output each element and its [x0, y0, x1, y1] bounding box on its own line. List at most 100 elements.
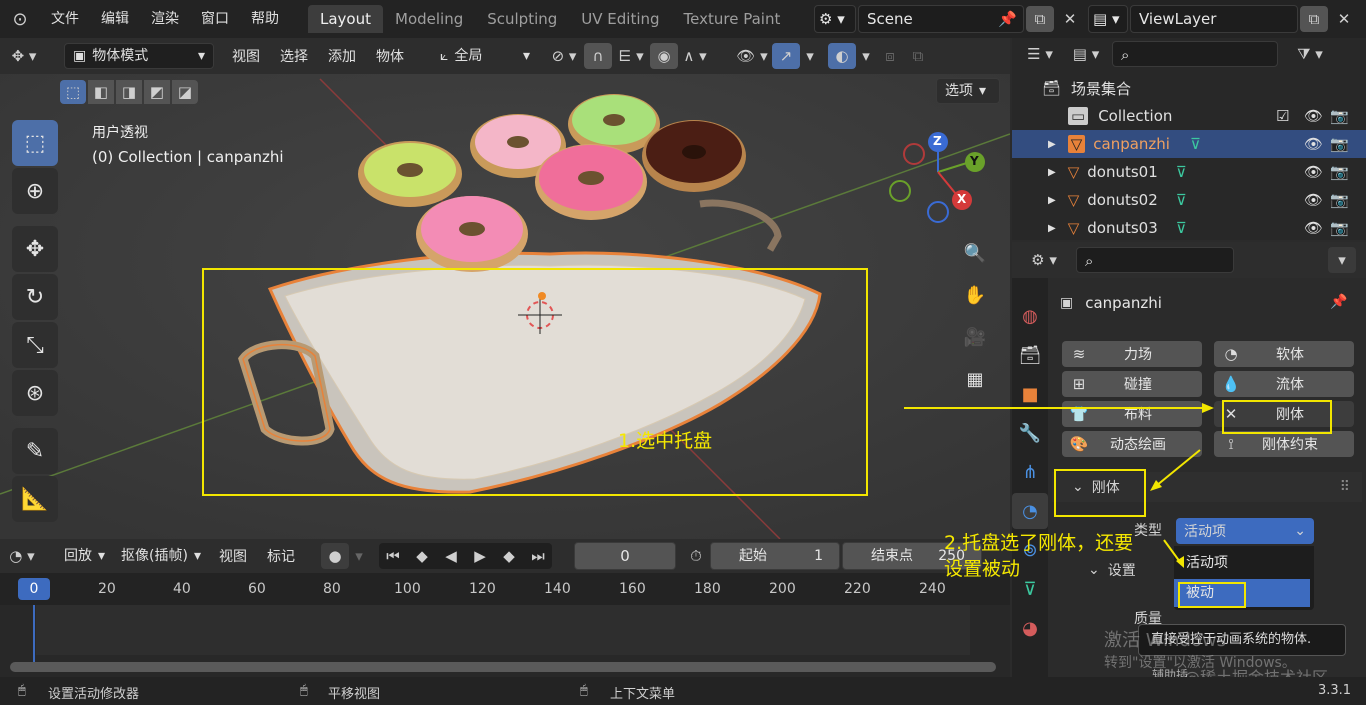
dropdown-option-active[interactable]: 活动项 [1174, 549, 1310, 577]
scale-tool-icon[interactable]: ⤡ [12, 322, 58, 368]
outliner-scene-collection[interactable]: 🗃 场景集合 [1012, 74, 1366, 102]
expand-arrow-icon[interactable]: ▶ [1048, 223, 1056, 234]
mode-dropdown[interactable]: ▣ 物体模式 ▾ [64, 43, 214, 69]
drag-handle-icon[interactable]: ⠿ [1340, 479, 1350, 495]
expand-arrow-icon[interactable]: ▶ [1048, 167, 1056, 178]
measure-tool-icon[interactable]: 📐 [12, 476, 58, 522]
include-checkbox[interactable]: ☑ [1276, 107, 1289, 125]
select-extend-icon[interactable]: ◧ [88, 80, 114, 104]
pivot-icon[interactable]: ⊘ ▾ [544, 43, 584, 69]
camera-icon[interactable]: 🎥 [958, 320, 992, 354]
delete-view-layer-button[interactable]: ✕ [1330, 6, 1358, 32]
keying-dropdown[interactable]: 抠像(插帧) ▾ [113, 543, 209, 569]
record-icon[interactable]: ● [321, 543, 349, 569]
menu-add[interactable]: 添加 [318, 46, 366, 66]
zoom-icon[interactable]: 🔍 [958, 236, 992, 270]
render-camera-icon[interactable]: 📷 [1330, 107, 1349, 125]
overlay-dropdown-icon[interactable]: ▾ [856, 43, 876, 69]
current-frame-marker[interactable]: 0 [18, 578, 50, 600]
outliner-item-collection[interactable]: ▭ Collection ☑ 👁 📷 [1012, 102, 1366, 130]
render-camera-icon[interactable]: 📷 [1330, 163, 1349, 181]
properties-search-input[interactable]: ⌕ [1076, 247, 1234, 273]
timeline-editor-icon[interactable]: ◔ ▾ [0, 543, 44, 569]
tab-sculpting[interactable]: Sculpting [475, 5, 569, 33]
blender-logo-icon[interactable]: ⊙ [0, 6, 40, 32]
view-layer-type-dropdown[interactable]: ▤ ▾ [1088, 5, 1128, 33]
object-tab-icon[interactable]: ■ [1012, 376, 1048, 412]
fluid-button[interactable]: 💧 流体 [1214, 371, 1354, 397]
eye-icon[interactable]: 👁 [1304, 135, 1323, 153]
play-icon[interactable]: ▶ [466, 543, 494, 569]
eye-icon[interactable]: 👁 [1304, 191, 1323, 209]
tab-texture-paint[interactable]: Texture Paint [672, 5, 793, 33]
outliner-search-input[interactable]: ⌕ [1112, 41, 1278, 67]
properties-options-icon[interactable]: ▾ [1328, 247, 1356, 273]
gizmo-toggle-icon[interactable]: ↗ [772, 43, 800, 69]
tab-modeling[interactable]: Modeling [383, 5, 475, 33]
menu-help[interactable]: 帮助 [240, 0, 290, 38]
eye-icon[interactable]: 👁 [1304, 107, 1323, 125]
editor-type-icon[interactable]: ✥ ▾ [0, 43, 48, 69]
display-mode-icon[interactable]: ▤ ▾ [1066, 41, 1106, 67]
start-frame-field[interactable]: 起始 1 [710, 542, 840, 570]
modifier-tab-icon[interactable]: 🔧 [1012, 415, 1048, 451]
collision-button[interactable]: ⊞ 碰撞 [1062, 371, 1202, 397]
timeline-view-menu[interactable]: 视图 [209, 546, 257, 566]
outliner-item-donuts02[interactable]: ▶ ▽ donuts02 ⊽ 👁 📷 [1012, 186, 1366, 214]
transform-tool-icon[interactable]: ⊛ [12, 370, 58, 416]
transform-orientation-dropdown[interactable]: ⟀ 全局 ▾ [432, 43, 538, 69]
physics-tab-icon[interactable]: ◔ [1012, 493, 1048, 529]
force-field-button[interactable]: ≋ 力场 [1062, 341, 1202, 367]
tab-uv-editing[interactable]: UV Editing [569, 5, 671, 33]
timeline-scrollbar[interactable] [10, 662, 996, 672]
type-dropdown[interactable]: 活动项 ⌄ [1176, 518, 1314, 544]
menu-edit[interactable]: 编辑 [90, 0, 140, 38]
menu-render[interactable]: 渲染 [140, 0, 190, 38]
xray-icon[interactable]: ⧈ [876, 43, 904, 69]
falloff-icon[interactable]: ∧ ▾ [678, 43, 712, 69]
jump-end-icon[interactable]: ⏭ [524, 543, 552, 569]
timeline-body[interactable] [0, 605, 1010, 677]
render-camera-icon[interactable]: 📷 [1330, 219, 1349, 237]
outliner-item-donuts01[interactable]: ▶ ▽ donuts01 ⊽ 👁 📷 [1012, 158, 1366, 186]
options-dropdown[interactable]: 选项 ▾ [936, 78, 1000, 104]
snap-target-icon[interactable]: ⋿ ▾ [612, 43, 650, 69]
menu-file[interactable]: 文件 [40, 0, 90, 38]
rigid-body-constraint-button[interactable]: ⟟ 刚体约束 [1214, 431, 1354, 457]
render-camera-icon[interactable]: 📷 [1330, 191, 1349, 209]
cursor-tool-icon[interactable]: ⊕ [12, 168, 58, 214]
cloth-button[interactable]: 👕 布料 [1062, 401, 1202, 427]
playback-dropdown[interactable]: 回放 ▾ [56, 543, 113, 569]
prev-keyframe-icon[interactable]: ◆ [408, 543, 436, 569]
outliner-item-canpanzhi[interactable]: ▶ ▽ canpanzhi ⊽ 👁 📷 [1012, 130, 1366, 158]
delete-scene-button[interactable]: ✕ [1056, 6, 1084, 32]
menu-object[interactable]: 物体 [366, 46, 414, 66]
select-subtract-icon[interactable]: ◨ [116, 80, 142, 104]
rotate-tool-icon[interactable]: ↻ [12, 274, 58, 320]
menu-window[interactable]: 窗口 [190, 0, 240, 38]
next-keyframe-icon[interactable]: ◆ [495, 543, 523, 569]
filter-icon[interactable]: ⧩ ▾ [1290, 41, 1330, 67]
dynamic-paint-button[interactable]: 🎨 动态绘画 [1062, 431, 1202, 457]
stopwatch-icon[interactable]: ⏱ [682, 543, 710, 569]
outliner-item-donuts03[interactable]: ▶ ▽ donuts03 ⊽ 👁 📷 [1012, 214, 1366, 242]
tab-layout[interactable]: Layout [308, 5, 383, 33]
snap-icon[interactable]: ∩ [584, 43, 612, 69]
world-tab-icon[interactable]: ◍ [1012, 298, 1048, 334]
properties-editor-icon[interactable]: ⚙ ▾ [1022, 247, 1066, 273]
pin-icon[interactable]: 📌 [998, 6, 1017, 32]
3d-viewport[interactable]: Z Y X ⬚ ◧ ◨ ◩ ◪ 选项 ▾ 用户透视 (0) Collection … [0, 74, 1010, 539]
move-tool-icon[interactable]: ✥ [12, 226, 58, 272]
proportional-edit-icon[interactable]: ◉ [650, 43, 678, 69]
select-intersect-icon[interactable]: ◪ [172, 80, 198, 104]
shading-icon[interactable]: ⧉ [904, 43, 932, 69]
gizmo-dropdown-icon[interactable]: ▾ [800, 43, 820, 69]
select-new-icon[interactable]: ⬚ [60, 80, 86, 104]
render-camera-icon[interactable]: 📷 [1330, 135, 1349, 153]
pin-icon[interactable]: 📌 [1330, 294, 1347, 310]
outliner-editor-icon[interactable]: ☰ ▾ [1020, 41, 1060, 67]
material-tab-icon[interactable]: ◕ [1012, 610, 1048, 646]
annotate-tool-icon[interactable]: ✎ [12, 428, 58, 474]
settings-subpanel[interactable]: ⌄ 设置 [1088, 560, 1136, 580]
menu-select[interactable]: 选择 [270, 46, 318, 66]
